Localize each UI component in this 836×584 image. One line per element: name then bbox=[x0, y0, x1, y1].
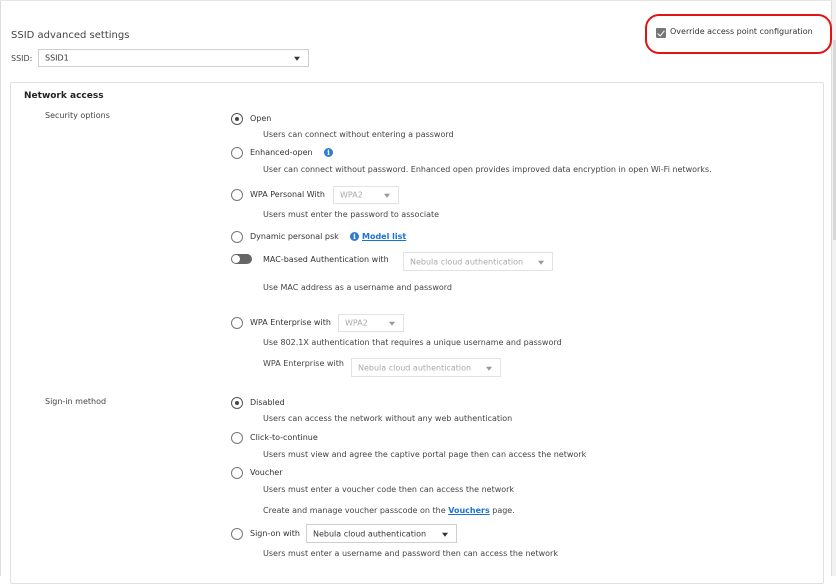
voucher-note-suffix: page. bbox=[492, 506, 515, 515]
radio-enhanced-open[interactable] bbox=[231, 147, 243, 159]
chevron-down-icon bbox=[389, 321, 395, 326]
option-open-label: Open bbox=[250, 114, 272, 123]
chevron-down-icon bbox=[294, 56, 300, 61]
radio-voucher[interactable] bbox=[231, 467, 243, 479]
signin-click-label: Click-to-continue bbox=[250, 433, 318, 442]
wpa-personal-select[interactable]: WPA2 bbox=[333, 186, 399, 204]
security-options-label: Security options bbox=[45, 111, 110, 120]
option-wpa-personal-desc: Users must enter the password to associa… bbox=[263, 210, 440, 219]
signin-signon-desc: Users must enter a username and password… bbox=[263, 549, 558, 558]
chevron-down-icon bbox=[538, 260, 544, 265]
radio-signin-disabled[interactable] bbox=[231, 397, 243, 409]
scrollbar[interactable] bbox=[832, 0, 836, 576]
radio-wpa-enterprise[interactable] bbox=[231, 317, 243, 329]
highlight-annotation bbox=[645, 14, 832, 54]
signin-signon-label: Sign-on with bbox=[250, 529, 300, 538]
voucher-note-prefix: Create and manage voucher passcode on th… bbox=[263, 506, 446, 515]
chevron-down-icon bbox=[486, 366, 492, 371]
wpa-enterprise-auth-select[interactable]: Nebula cloud authentication bbox=[351, 358, 501, 377]
wpa-enterprise-auth-select-value: Nebula cloud authentication bbox=[358, 363, 472, 372]
signin-method-label: Sign-in method bbox=[45, 397, 107, 406]
voucher-note: Create and manage voucher passcode on th… bbox=[263, 506, 515, 515]
option-wpa-enterprise-desc: Use 802.1X authentication that requires … bbox=[263, 338, 562, 347]
radio-dppsk[interactable] bbox=[231, 231, 243, 243]
vouchers-link[interactable]: Vouchers bbox=[448, 506, 490, 515]
option-wpa-enterprise-label: WPA Enterprise with bbox=[250, 318, 331, 327]
model-list-link[interactable]: Model list bbox=[362, 232, 406, 241]
info-icon[interactable]: i bbox=[350, 232, 359, 241]
radio-open[interactable] bbox=[231, 113, 243, 125]
sign-on-select[interactable]: Nebula cloud authentication bbox=[306, 524, 457, 543]
chevron-down-icon bbox=[442, 532, 448, 537]
option-enhanced-open-desc: User can connect without password. Enhan… bbox=[263, 165, 712, 174]
signin-disabled-desc: Users can access the network without any… bbox=[263, 414, 513, 423]
wpa-enterprise-select[interactable]: WPA2 bbox=[338, 314, 404, 332]
mac-auth-select[interactable]: Nebula cloud authentication bbox=[403, 252, 553, 271]
wpa-enterprise-sub-label: WPA Enterprise with bbox=[263, 359, 344, 368]
ssid-label: SSID: bbox=[11, 54, 33, 63]
option-mac-auth-label: MAC-based Authentication with bbox=[263, 255, 389, 264]
top-divider bbox=[0, 0, 832, 1]
radio-click-to-continue[interactable] bbox=[231, 432, 243, 444]
signin-voucher-label: Voucher bbox=[250, 468, 283, 477]
chevron-down-icon bbox=[384, 193, 390, 198]
radio-wpa-personal[interactable] bbox=[231, 189, 243, 201]
ssid-select-value: SSID1 bbox=[45, 53, 69, 63]
info-icon[interactable]: i bbox=[324, 148, 333, 157]
sign-on-select-value: Nebula cloud authentication bbox=[313, 529, 427, 538]
signin-click-desc: Users must view and agree the captive po… bbox=[263, 450, 587, 459]
page-title: SSID advanced settings bbox=[11, 30, 130, 41]
mac-auth-toggle[interactable] bbox=[231, 254, 252, 264]
ssid-select[interactable]: SSID1 bbox=[38, 49, 309, 67]
mac-auth-select-value: Nebula cloud authentication bbox=[410, 257, 524, 266]
option-open-desc: Users can connect without entering a pas… bbox=[263, 130, 454, 139]
wpa-personal-select-value: WPA2 bbox=[340, 190, 363, 200]
option-mac-auth-desc: Use MAC address as a username and passwo… bbox=[263, 283, 452, 292]
section-title: Network access bbox=[24, 91, 104, 101]
option-wpa-personal-label: WPA Personal With bbox=[250, 190, 325, 199]
radio-sign-on[interactable] bbox=[231, 528, 243, 540]
option-dppsk-label: Dynamic personal psk bbox=[250, 232, 339, 241]
wpa-enterprise-select-value: WPA2 bbox=[345, 318, 368, 328]
signin-disabled-label: Disabled bbox=[250, 398, 285, 407]
signin-voucher-desc: Users must enter a voucher code then can… bbox=[263, 485, 515, 494]
option-enhanced-open-label: Enhanced-open bbox=[250, 148, 313, 157]
